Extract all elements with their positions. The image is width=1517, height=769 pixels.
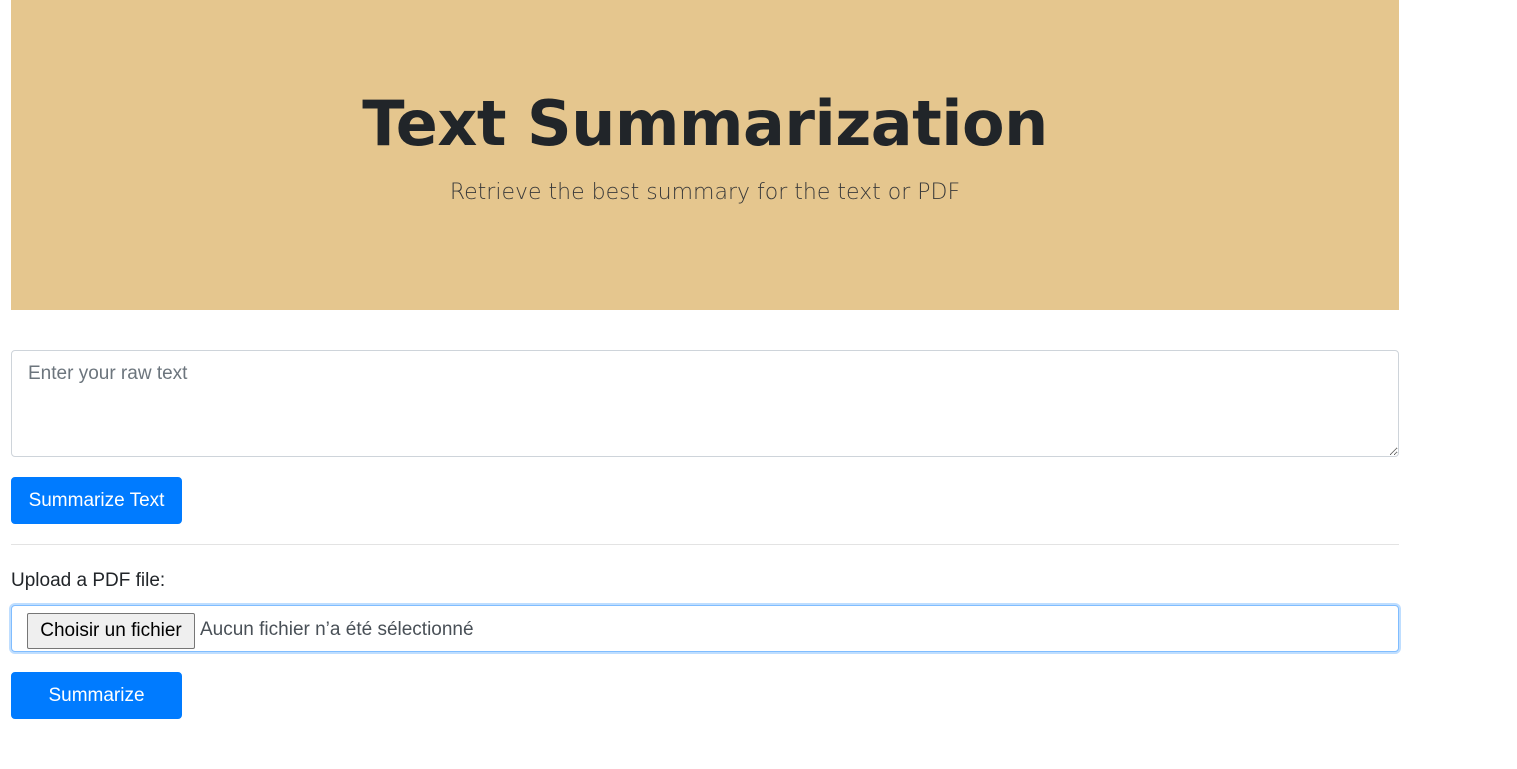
upload-pdf-label: Upload a PDF file: <box>11 570 166 591</box>
section-divider <box>11 544 1399 545</box>
jumbotron-header: Text Summarization Retrieve the best sum… <box>11 0 1399 310</box>
page-subtitle: Retrieve the best summary for the text o… <box>449 180 961 205</box>
summarize-text-button[interactable]: Summarize Text <box>11 477 182 524</box>
raw-text-input[interactable] <box>11 350 1399 457</box>
choose-file-button[interactable]: Choisir un fichier <box>27 613 195 649</box>
page-title: Text Summarization <box>362 87 1048 160</box>
summarize-pdf-button[interactable]: Summarize PDF <box>11 672 182 751</box>
file-status-text: Aucun fichier n’a été sélectionné <box>200 619 474 640</box>
pdf-file-input[interactable]: Choisir un fichier Aucun fichier n’a été… <box>11 605 1399 652</box>
